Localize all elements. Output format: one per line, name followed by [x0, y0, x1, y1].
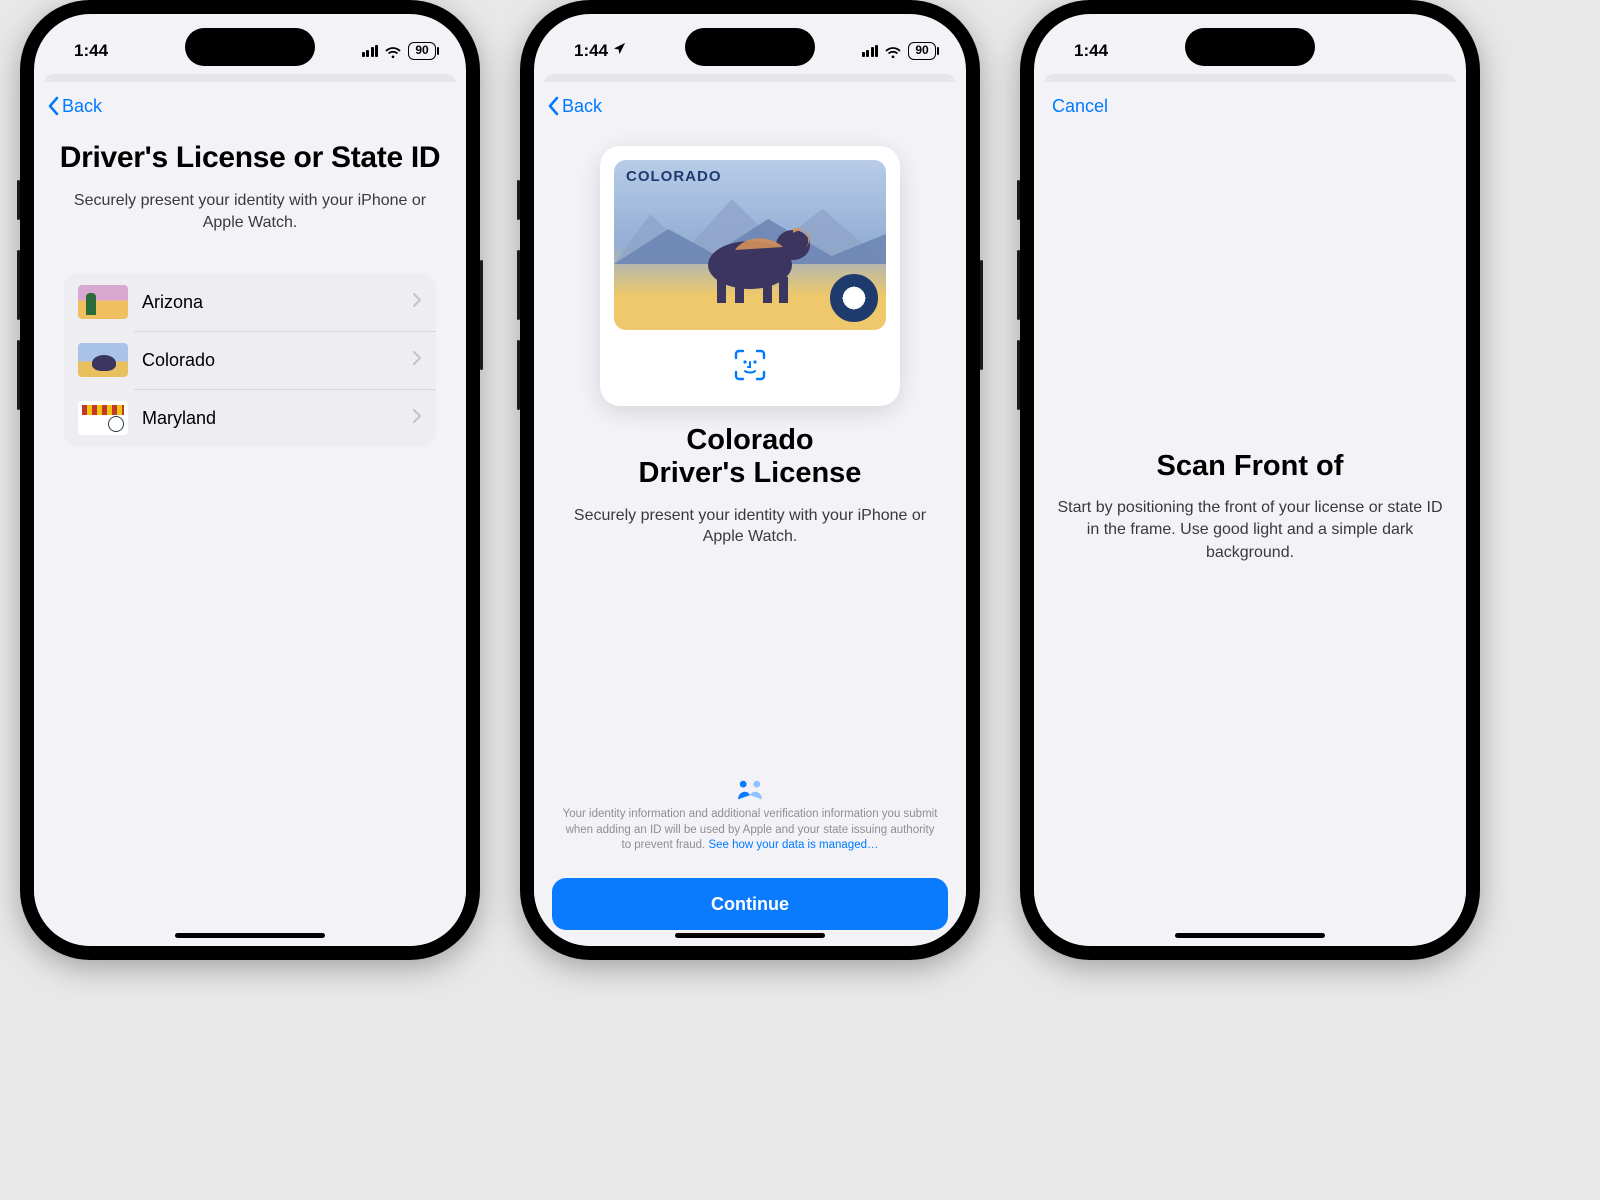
back-button[interactable]: Back [46, 96, 102, 117]
volume-up-button [517, 250, 520, 320]
page-title: Driver's License or State ID [58, 140, 442, 176]
screen-3: 1:44 Cancel Scan Front of Start by posit… [1034, 14, 1466, 946]
state-label: Arizona [142, 292, 398, 313]
state-seal-icon [830, 274, 878, 322]
modal-sheet: Back COLORADO [534, 82, 966, 946]
wifi-icon [384, 44, 402, 58]
page-title: Scan Front of [1056, 450, 1444, 483]
state-thumb-maryland [78, 401, 128, 435]
state-thumb-arizona [78, 285, 128, 319]
volume-down-button [17, 340, 20, 410]
volume-down-button [517, 340, 520, 410]
power-button [980, 260, 983, 370]
modal-sheet: Back Driver's License or State ID Secure… [34, 82, 466, 946]
wifi-icon [884, 44, 902, 58]
dynamic-island [685, 28, 815, 66]
status-time: 1:44 [1074, 41, 1108, 61]
home-indicator[interactable] [175, 933, 325, 938]
battery-indicator: 90 [408, 42, 436, 60]
chevron-right-icon [412, 408, 422, 429]
volume-up-button [1017, 250, 1020, 320]
home-indicator[interactable] [1175, 933, 1325, 938]
screen-2: 1:44 90 Back [534, 14, 966, 946]
chevron-left-icon [46, 96, 60, 116]
back-button[interactable]: Back [546, 96, 602, 117]
modal-sheet: Cancel Scan Front of Start by positionin… [1034, 82, 1466, 946]
location-icon [612, 41, 627, 61]
page-subtitle: Securely present your identity with your… [556, 505, 944, 548]
colorado-license-art: COLORADO [614, 160, 886, 330]
cellular-icon [362, 45, 379, 57]
status-time: 1:44 [74, 41, 108, 61]
status-time: 1:44 [574, 41, 608, 61]
cancel-button[interactable]: Cancel [1046, 96, 1108, 117]
state-list: Arizona Colorado Maryland [64, 273, 436, 447]
face-id-icon [733, 348, 767, 382]
phone-frame-1: 1:44 90 Back [20, 0, 480, 960]
dynamic-island [1185, 28, 1315, 66]
back-label: Back [562, 96, 602, 117]
silence-switch [1017, 180, 1020, 220]
chevron-left-icon [546, 96, 560, 116]
license-state-name: COLORADO [626, 168, 722, 185]
bighorn-sheep-icon [675, 195, 825, 310]
page-title: Colorado Driver's License [556, 424, 944, 491]
state-row-maryland[interactable]: Maryland [64, 389, 436, 447]
license-card: COLORADO [600, 146, 900, 406]
state-row-arizona[interactable]: Arizona [64, 273, 436, 331]
page-body: Start by positioning the front of your l… [1056, 497, 1444, 564]
phone-frame-2: 1:44 90 Back [520, 0, 980, 960]
phone-frame-3: 1:44 Cancel Scan Front of Start by posit… [1020, 0, 1480, 960]
page-subtitle: Securely present your identity with your… [58, 190, 442, 233]
power-button [480, 260, 483, 370]
home-indicator[interactable] [675, 933, 825, 938]
battery-indicator: 90 [908, 42, 936, 60]
continue-button[interactable]: Continue [552, 878, 948, 930]
privacy-link[interactable]: See how your data is managed… [708, 839, 878, 851]
state-label: Maryland [142, 408, 398, 429]
silence-switch [17, 180, 20, 220]
volume-up-button [17, 250, 20, 320]
dynamic-island [185, 28, 315, 66]
back-label: Back [62, 96, 102, 117]
chevron-right-icon [412, 292, 422, 313]
chevron-right-icon [412, 350, 422, 371]
screenshot-stage: 1:44 90 Back [0, 0, 1600, 960]
silence-switch [517, 180, 520, 220]
volume-down-button [1017, 340, 1020, 410]
screen-1: 1:44 90 Back [34, 14, 466, 946]
state-label: Colorado [142, 350, 398, 371]
cellular-icon [862, 45, 879, 57]
privacy-handshake-icon [733, 779, 767, 801]
privacy-block: Your identity information and additional… [534, 779, 966, 868]
privacy-text: Your identity information and additional… [562, 807, 938, 854]
state-thumb-colorado [78, 343, 128, 377]
state-row-colorado[interactable]: Colorado [64, 331, 436, 389]
